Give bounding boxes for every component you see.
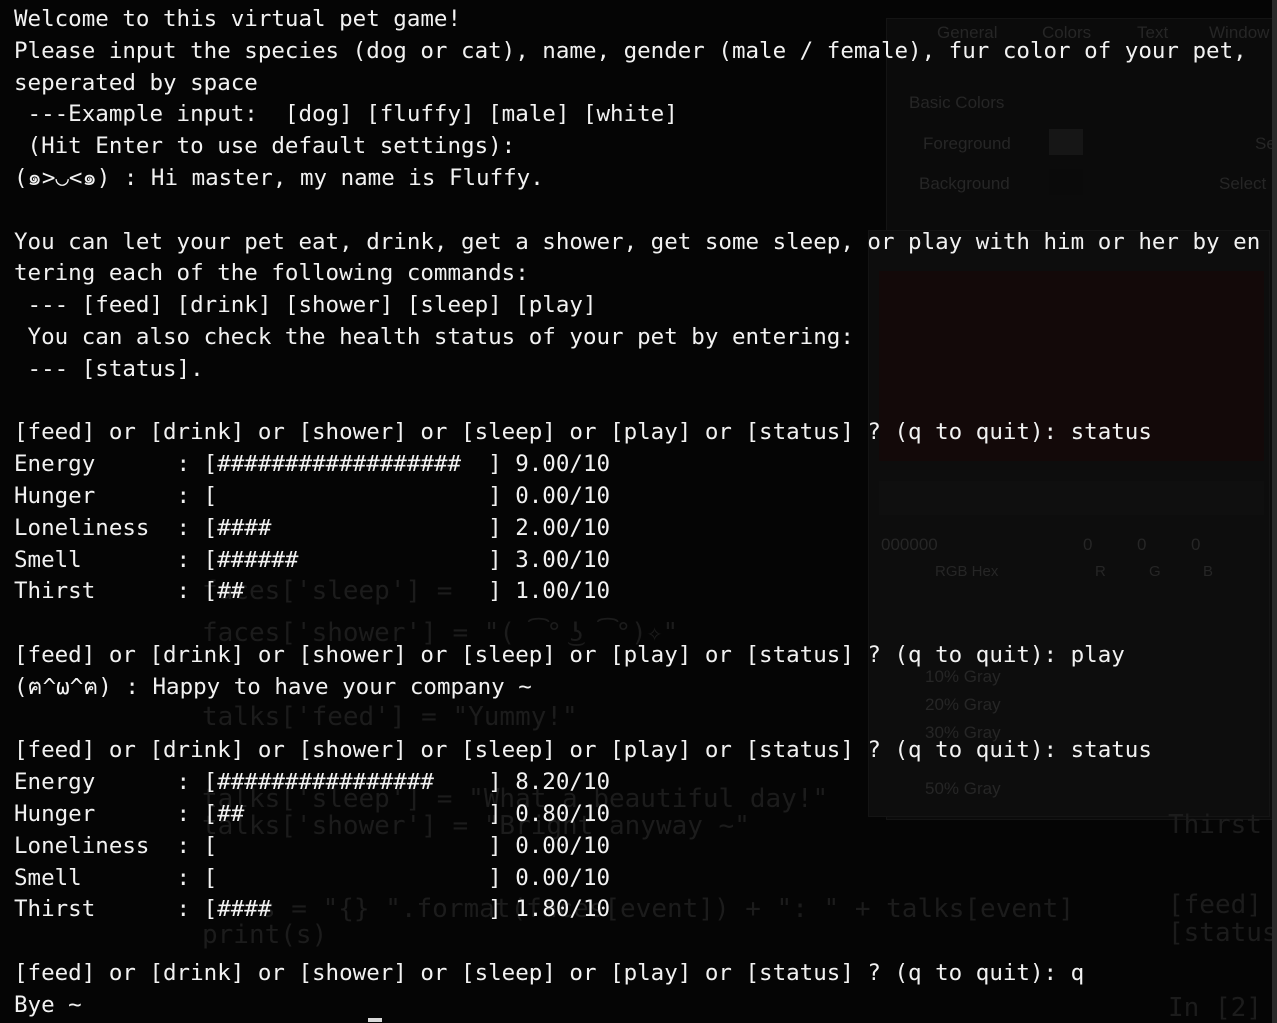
terminal-line: Bye ~ bbox=[14, 991, 82, 1018]
terminal-line: Please input the species (dog or cat), n… bbox=[14, 37, 1247, 64]
terminal-line: [feed] or [drink] or [shower] or [sleep]… bbox=[14, 737, 1152, 764]
terminal-line: Hunger : [## ] 0.80/10 bbox=[14, 800, 611, 827]
terminal-line: Hunger : [ ] 0.00/10 bbox=[14, 482, 611, 509]
terminal-line: Thirst : [#### ] 1.80/10 bbox=[14, 896, 611, 923]
terminal-line: You can let your pet eat, drink, get a s… bbox=[14, 228, 1261, 255]
terminal-line: --- [feed] [drink] [shower] [sleep] [pla… bbox=[14, 292, 597, 319]
terminal-line: Welcome to this virtual pet game! bbox=[14, 6, 462, 32]
terminal-line: tering each of the following commands: bbox=[14, 260, 529, 287]
terminal-output[interactable]: Welcome to this virtual pet game! Please … bbox=[14, 4, 1273, 1022]
terminal-window[interactable]: General Colors Text Window Basic Colors … bbox=[0, 0, 1277, 1023]
terminal-line: (Hit Enter to use default settings): bbox=[14, 133, 516, 160]
terminal-line: seperated by space bbox=[14, 69, 258, 96]
window-edge bbox=[1272, 0, 1277, 1023]
terminal-line: ---Example input: [dog] [fluffy] [male] … bbox=[14, 101, 678, 128]
terminal-line: --- [status]. bbox=[14, 355, 204, 382]
terminal-line: [feed] or [drink] or [shower] or [sleep]… bbox=[14, 959, 1085, 986]
terminal-line: Energy : [################ ] 8.20/10 bbox=[14, 769, 611, 796]
terminal-line: [feed] or [drink] or [shower] or [sleep]… bbox=[14, 419, 1152, 446]
text-cursor bbox=[368, 1018, 382, 1022]
terminal-line: Energy : [################## ] 9.00/10 bbox=[14, 451, 611, 478]
terminal-line: You can also check the health status of … bbox=[14, 323, 854, 350]
terminal-line: (๑>◡<๑) : Hi master, my name is Fluffy. bbox=[14, 164, 544, 191]
terminal-line: Loneliness : [#### ] 2.00/10 bbox=[14, 514, 611, 541]
terminal-line: Smell : [ ] 0.00/10 bbox=[14, 864, 611, 891]
terminal-line: Smell : [###### ] 3.00/10 bbox=[14, 546, 611, 573]
terminal-line: [feed] or [drink] or [shower] or [sleep]… bbox=[14, 641, 1125, 668]
terminal-line: Thirst : [## ] 1.00/10 bbox=[14, 578, 611, 605]
terminal-line: (ฅ^ω^ฅ) : Happy to have your company ~ bbox=[14, 673, 532, 700]
terminal-line: Loneliness : [ ] 0.00/10 bbox=[14, 832, 611, 859]
